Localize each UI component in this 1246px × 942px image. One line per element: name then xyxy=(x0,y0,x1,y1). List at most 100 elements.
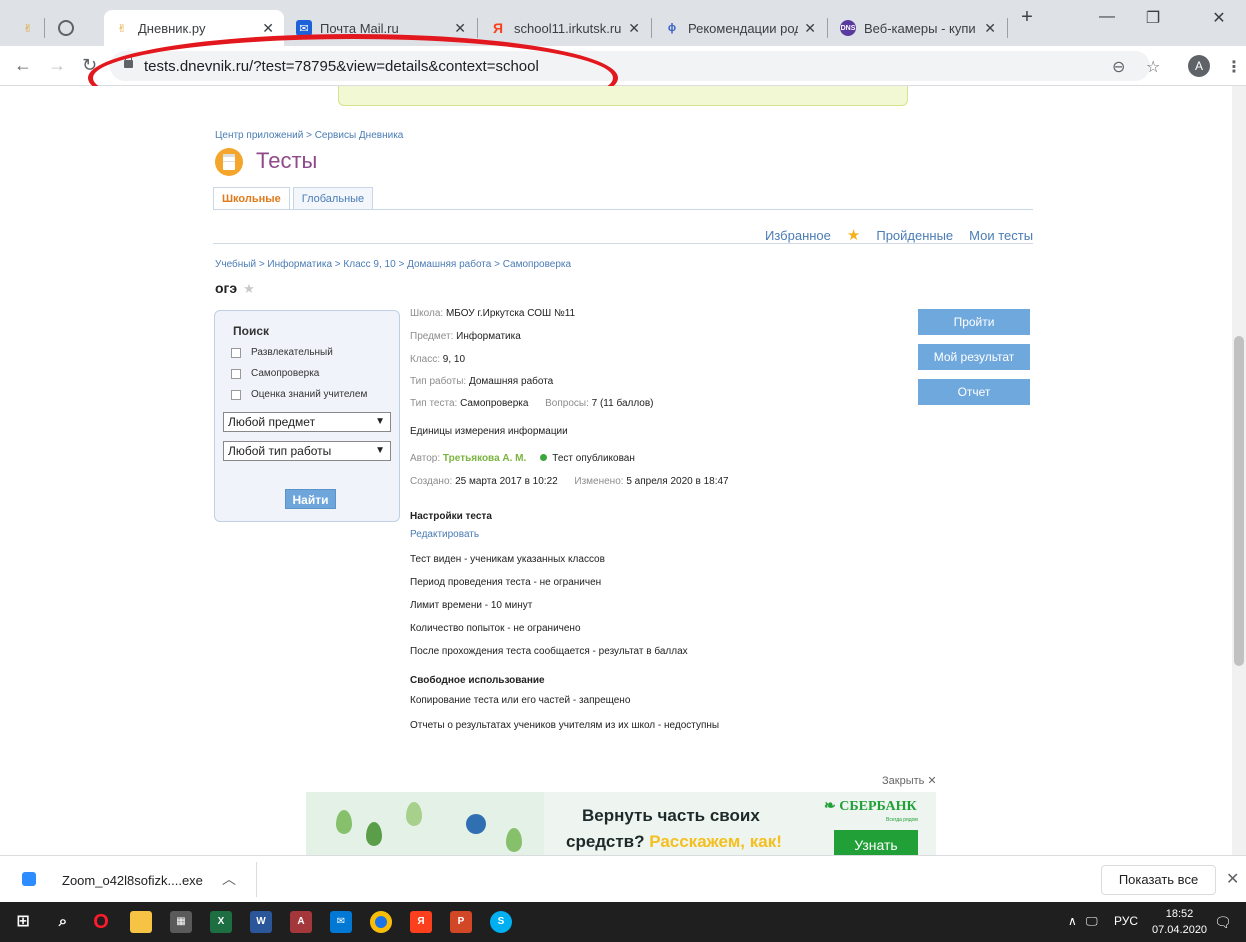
tab-title: school11.irkutsk.ru xyxy=(514,20,622,36)
tab-close-icon[interactable]: ✕ xyxy=(454,20,466,37)
tab-close-icon[interactable]: ✕ xyxy=(262,20,274,37)
address-bar[interactable]: tests.dnevnik.ru/?test=78795&view=detail… xyxy=(110,51,1150,81)
new-tab-button[interactable]: + xyxy=(1012,6,1042,29)
tab-school11[interactable]: Я school11.irkutsk.ru ✕ xyxy=(480,10,650,46)
file-explorer-icon[interactable] xyxy=(130,911,152,933)
tab-pinned-dnevnik[interactable]: ✌ xyxy=(10,10,44,46)
passed-link[interactable]: Пройденные xyxy=(876,228,953,243)
subject-select[interactable]: Любой предмет ▼ xyxy=(223,412,391,432)
free-use-title: Свободное использование xyxy=(410,675,545,686)
show-all-button[interactable]: Показать все xyxy=(1101,865,1216,895)
yandex-browser-icon[interactable]: Я xyxy=(410,911,432,933)
tab-global[interactable]: Глобальные xyxy=(292,187,374,209)
restore-button[interactable]: ❐ xyxy=(1130,8,1176,28)
tab-mail[interactable]: ✉ Почта Mail.ru ✕ xyxy=(286,10,476,46)
person-icon xyxy=(466,814,486,834)
tab-close-icon[interactable]: ✕ xyxy=(628,20,640,37)
edit-link[interactable]: Редактировать xyxy=(410,529,479,540)
worktype-select-value: Любой тип работы xyxy=(228,444,332,458)
checkbox-teacher-assessment[interactable]: Оценка знаний учителем xyxy=(231,389,367,400)
report-button[interactable]: Отчет xyxy=(918,379,1030,405)
tests-app-icon xyxy=(215,148,243,176)
notice-banner xyxy=(338,86,908,106)
checkbox-box[interactable] xyxy=(231,389,241,400)
detail-worktype: Тип работы: Домашняя работа xyxy=(410,376,554,387)
my-tests-link[interactable]: Мои тесты xyxy=(969,228,1033,243)
notifications-icon[interactable]: 🗨 xyxy=(1214,914,1232,931)
tab-dnevnik[interactable]: ✌ Дневник.ру ✕ xyxy=(104,10,284,46)
tab-recommendations[interactable]: ϕ Рекомендации род ✕ xyxy=(654,10,826,46)
chevron-up-icon[interactable]: ︿ xyxy=(222,869,236,889)
yandex-favicon-icon: Я xyxy=(492,20,504,36)
access-icon[interactable]: A xyxy=(290,911,312,933)
published-status-icon xyxy=(540,454,548,461)
breadcrumb-top[interactable]: Центр приложений > Сервисы Дневника xyxy=(215,130,403,141)
chrome-favicon-icon xyxy=(58,20,74,36)
forward-arrow-icon[interactable]: → xyxy=(48,55,66,76)
tray-expand-icon[interactable]: ∧ xyxy=(1068,914,1077,928)
bookmark-star-icon[interactable]: ☆ xyxy=(1146,57,1160,77)
take-test-button[interactable]: Пройти xyxy=(918,309,1030,335)
phi-favicon-icon: ϕ xyxy=(667,22,677,34)
leaf-icon xyxy=(366,822,382,846)
word-icon[interactable]: W xyxy=(250,911,272,933)
published-status: Тест опубликован xyxy=(552,453,635,464)
calculator-icon[interactable]: ▦ xyxy=(170,911,192,933)
checkbox-selfcheck[interactable]: Самопроверка xyxy=(231,368,319,379)
search-icon[interactable]: ⌕ xyxy=(52,911,74,933)
tab-title: Веб-камеры - купи xyxy=(864,20,976,36)
tab-pinned-chrome[interactable] xyxy=(48,10,82,46)
windows-start-icon[interactable]: ⊞ xyxy=(12,911,34,933)
menu-kebab-icon[interactable]: ⋮ xyxy=(1226,57,1242,77)
find-button[interactable]: Найти xyxy=(285,489,336,509)
chrome-icon[interactable] xyxy=(370,911,392,933)
settings-title: Настройки теста xyxy=(410,511,492,522)
add-favorite-star-icon[interactable]: ★ xyxy=(243,281,255,296)
clock-date: 07.04.2020 xyxy=(1152,924,1208,936)
ad-banner[interactable]: Вернуть часть своих средств? Расскажем, … xyxy=(306,792,936,855)
tab-title: Рекомендации род xyxy=(688,20,799,36)
network-icon[interactable]: 🖵 xyxy=(1086,914,1098,929)
dnevnik-favicon-icon: ✌ xyxy=(117,22,127,35)
browser-tabstrip: ✌ ✌ Дневник.ру ✕ ✉ Почта Mail.ru ✕ Я sch… xyxy=(0,0,1246,46)
system-clock[interactable]: 18:52 07.04.2020 xyxy=(1152,906,1207,938)
language-indicator[interactable]: РУС xyxy=(1114,914,1138,928)
worktype-select[interactable]: Любой тип работы ▼ xyxy=(223,441,391,461)
dropdown-arrow-icon: ▼ xyxy=(375,445,385,456)
setting-line: После прохождения теста сообщается - рез… xyxy=(410,646,688,657)
detail-school: Школа: МБОУ г.Иркутска СОШ №11 xyxy=(410,308,576,319)
ad-learn-button[interactable]: Узнать xyxy=(834,830,918,855)
tab-close-icon[interactable]: ✕ xyxy=(984,20,996,37)
close-ad-button[interactable]: Закрыть ✕ xyxy=(882,774,937,787)
checkbox-box[interactable] xyxy=(231,347,241,358)
reload-icon[interactable]: ↻ xyxy=(82,55,97,76)
checkbox-entertainment[interactable]: Развлекательный xyxy=(231,347,333,358)
breadcrumb[interactable]: Учебный > Информатика > Класс 9, 10 > До… xyxy=(215,259,571,270)
page-content: Центр приложений > Сервисы Дневника Тест… xyxy=(0,86,1246,855)
scrollbar-thumb[interactable] xyxy=(1234,336,1244,666)
zoom-icon[interactable]: ⊖ xyxy=(1112,57,1125,77)
checkbox-box[interactable] xyxy=(231,368,241,379)
tab-school[interactable]: Школьные xyxy=(213,187,290,209)
my-result-button[interactable]: Мой результат xyxy=(918,344,1030,370)
mail-app-icon[interactable]: ✉ xyxy=(330,911,352,933)
tab-close-icon[interactable]: ✕ xyxy=(804,20,816,37)
excel-icon[interactable]: X xyxy=(210,911,232,933)
scrollbar[interactable] xyxy=(1232,86,1246,855)
window-close-button[interactable]: ✕ xyxy=(1196,8,1242,28)
tab-webcams[interactable]: DNS Веб-камеры - купи ✕ xyxy=(830,10,1006,46)
download-filename[interactable]: Zoom_o42l8sofizk....exe xyxy=(62,873,203,888)
tab-separator xyxy=(44,18,45,38)
ad-illustration xyxy=(306,792,544,855)
test-name: огэ xyxy=(215,280,238,296)
skype-icon[interactable]: S xyxy=(490,911,512,933)
author-link[interactable]: Третьякова А. М. xyxy=(443,453,526,464)
ad-highlight: Расскажем, как! xyxy=(649,832,782,851)
powerpoint-icon[interactable]: P xyxy=(450,911,472,933)
minimize-button[interactable]: — xyxy=(1084,8,1130,26)
back-arrow-icon[interactable]: ← xyxy=(14,55,32,76)
download-bar-close-icon[interactable]: ✕ xyxy=(1226,869,1239,889)
favorites-link[interactable]: Избранное xyxy=(765,228,831,243)
profile-avatar[interactable]: A xyxy=(1188,55,1210,77)
opera-icon[interactable]: O xyxy=(90,911,112,933)
